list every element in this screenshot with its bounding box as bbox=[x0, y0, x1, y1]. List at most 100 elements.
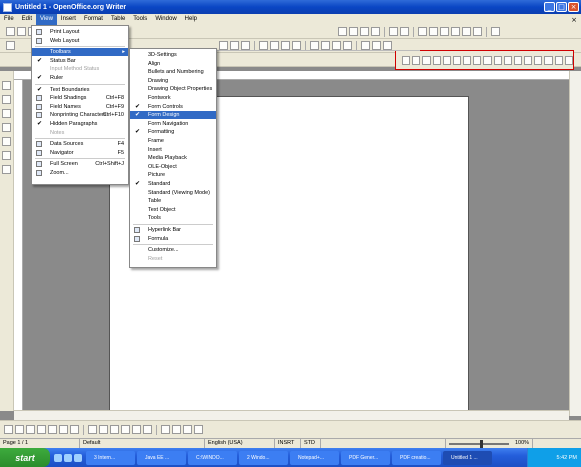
open-icon[interactable] bbox=[17, 27, 26, 36]
menu-item-bullets-and-numbering[interactable]: Bullets and Numbering bbox=[130, 68, 216, 76]
menu-item-customize[interactable]: Customize... bbox=[130, 246, 216, 254]
draw-freeform-icon[interactable] bbox=[48, 425, 57, 434]
ungroup-icon[interactable] bbox=[544, 55, 553, 65]
underline-icon[interactable] bbox=[241, 41, 250, 50]
bold-icon[interactable] bbox=[219, 41, 228, 50]
help-icon[interactable] bbox=[491, 27, 500, 36]
media-player-icon[interactable] bbox=[74, 453, 82, 462]
taskbar-button-java-ee[interactable]: Java EE ... bbox=[137, 450, 186, 465]
bullets-icon[interactable] bbox=[321, 41, 330, 50]
checkbox-control-icon[interactable] bbox=[2, 95, 11, 104]
start-button[interactable]: start bbox=[0, 448, 50, 467]
list-box-icon[interactable] bbox=[2, 165, 11, 174]
symbol-shapes-icon[interactable] bbox=[99, 425, 108, 434]
format-paintbrush-icon[interactable] bbox=[371, 27, 380, 36]
taskbar-button-pdf-gener[interactable]: PDF Gener... bbox=[341, 450, 390, 465]
menu-item-standard-viewing-mode[interactable]: Standard (Viewing Mode) bbox=[130, 189, 216, 197]
taskbar-button-pdf-creatio[interactable]: PDF creatio... bbox=[392, 450, 441, 465]
callouts-icon[interactable] bbox=[132, 425, 141, 434]
align-left-icon[interactable] bbox=[259, 41, 268, 50]
send-to-back-icon[interactable] bbox=[524, 55, 533, 65]
taskbar-button-3-intern[interactable]: 3 Intern... bbox=[86, 450, 135, 465]
zoom-slider-thumb[interactable] bbox=[480, 439, 484, 448]
selection-mode[interactable]: STD bbox=[301, 439, 321, 448]
justify-icon[interactable] bbox=[292, 41, 301, 50]
draw-ellipse-icon[interactable] bbox=[37, 425, 46, 434]
insert-mode[interactable]: INSRT bbox=[275, 439, 301, 448]
menu-item-table[interactable]: Table bbox=[130, 197, 216, 205]
from-file-icon[interactable] bbox=[183, 425, 192, 434]
draw-select-icon[interactable] bbox=[4, 425, 13, 434]
decrease-indent-icon[interactable] bbox=[332, 41, 341, 50]
close-icon[interactable]: × bbox=[568, 2, 579, 12]
table-icon[interactable] bbox=[429, 27, 438, 36]
redo-icon[interactable] bbox=[400, 27, 409, 36]
menu-item-nonprinting-characters[interactable]: Nonprinting Characters Ctrl+F10 bbox=[32, 111, 128, 119]
menu-item-align[interactable]: Align bbox=[130, 60, 216, 68]
highlighting-icon[interactable] bbox=[372, 41, 381, 50]
page-style[interactable]: Default bbox=[80, 439, 205, 448]
block-arrows-icon[interactable] bbox=[110, 425, 119, 434]
draw-line-icon[interactable] bbox=[15, 425, 24, 434]
menu-item-standard[interactable]: ✔ Standard bbox=[130, 180, 216, 188]
horizontal-scrollbar[interactable] bbox=[14, 410, 569, 420]
menu-item-text-object[interactable]: Text Object bbox=[130, 206, 216, 214]
form-icon[interactable] bbox=[432, 55, 441, 65]
vertical-scrollbar[interactable] bbox=[569, 71, 581, 416]
menu-item-form-controls[interactable]: ✔ Form Controls bbox=[130, 103, 216, 111]
new-document-icon[interactable] bbox=[6, 27, 15, 36]
maximize-icon[interactable]: □ bbox=[556, 2, 567, 12]
open-design-mode-icon[interactable] bbox=[473, 55, 482, 65]
menu-item-drawing[interactable]: Drawing bbox=[130, 77, 216, 85]
menu-item-drawing-object-properties[interactable]: Drawing Object Properties bbox=[130, 85, 216, 93]
taskbar-button-2-windo[interactable]: 2 Windo... bbox=[239, 450, 288, 465]
menu-item-media-playback[interactable]: Media Playback bbox=[130, 154, 216, 162]
menu-item-ruler[interactable]: ✔ Ruler bbox=[32, 74, 128, 82]
design-mode-icon[interactable] bbox=[412, 55, 421, 65]
menu-format[interactable]: Format bbox=[80, 14, 107, 25]
styles-icon[interactable] bbox=[6, 41, 15, 50]
menu-item-full-screen[interactable]: Full Screen Ctrl+Shift+J bbox=[32, 160, 128, 168]
undo-icon[interactable] bbox=[389, 27, 398, 36]
menu-item-print-layout[interactable]: Print Layout bbox=[32, 28, 128, 36]
hyperlink-icon[interactable] bbox=[418, 27, 427, 36]
menu-item-3d-settings[interactable]: 3D-Settings bbox=[130, 51, 216, 59]
menu-item-form-navigation[interactable]: Form Navigation bbox=[130, 120, 216, 128]
basic-shapes-icon[interactable] bbox=[88, 425, 97, 434]
bring-to-front-icon[interactable] bbox=[513, 55, 523, 65]
zoom-slider[interactable] bbox=[449, 439, 509, 448]
menu-item-data-sources[interactable]: Data Sources F4 bbox=[32, 140, 128, 148]
auto-control-focus-icon[interactable] bbox=[483, 55, 492, 65]
increase-indent-icon[interactable] bbox=[343, 41, 352, 50]
align-center-icon[interactable] bbox=[270, 41, 279, 50]
menu-item-formatting[interactable]: ✔ Formatting bbox=[130, 128, 216, 136]
taskbar-button-c-windo[interactable]: C:\WINDO... bbox=[188, 450, 237, 465]
points-icon[interactable] bbox=[161, 425, 170, 434]
paste-icon[interactable] bbox=[360, 27, 369, 36]
menu-item-formula[interactable]: Formula bbox=[130, 235, 216, 243]
position-size-icon[interactable] bbox=[493, 55, 502, 65]
background-color-icon[interactable] bbox=[383, 41, 392, 50]
show-desktop-icon[interactable] bbox=[54, 453, 62, 462]
guides-icon[interactable] bbox=[564, 55, 573, 65]
draw-callout-icon[interactable] bbox=[70, 425, 79, 434]
menu-item-form-design[interactable]: ✔ Form Design bbox=[130, 111, 216, 120]
extrusion-icon[interactable] bbox=[194, 425, 203, 434]
menu-edit[interactable]: Edit bbox=[18, 14, 36, 25]
menu-help[interactable]: Help bbox=[181, 14, 201, 25]
menu-file[interactable]: File bbox=[0, 14, 18, 25]
menu-item-frame[interactable]: Frame bbox=[130, 137, 216, 145]
add-field-icon[interactable] bbox=[452, 55, 462, 65]
draw-rectangle-icon[interactable] bbox=[26, 425, 35, 434]
menu-item-zoom[interactable]: Zoom... bbox=[32, 169, 128, 177]
navigator-icon[interactable] bbox=[462, 27, 471, 36]
menu-insert[interactable]: Insert bbox=[57, 14, 80, 25]
menu-item-status-bar[interactable]: ✔ Status Bar bbox=[32, 57, 128, 65]
formatted-field-icon[interactable] bbox=[2, 123, 11, 132]
document-close-icon[interactable]: × bbox=[571, 16, 577, 24]
numbering-icon[interactable] bbox=[310, 41, 319, 50]
vertical-ruler[interactable] bbox=[14, 80, 23, 410]
menu-tools[interactable]: Tools bbox=[129, 14, 151, 25]
menu-view[interactable]: View bbox=[36, 14, 57, 25]
copy-icon[interactable] bbox=[349, 27, 358, 36]
